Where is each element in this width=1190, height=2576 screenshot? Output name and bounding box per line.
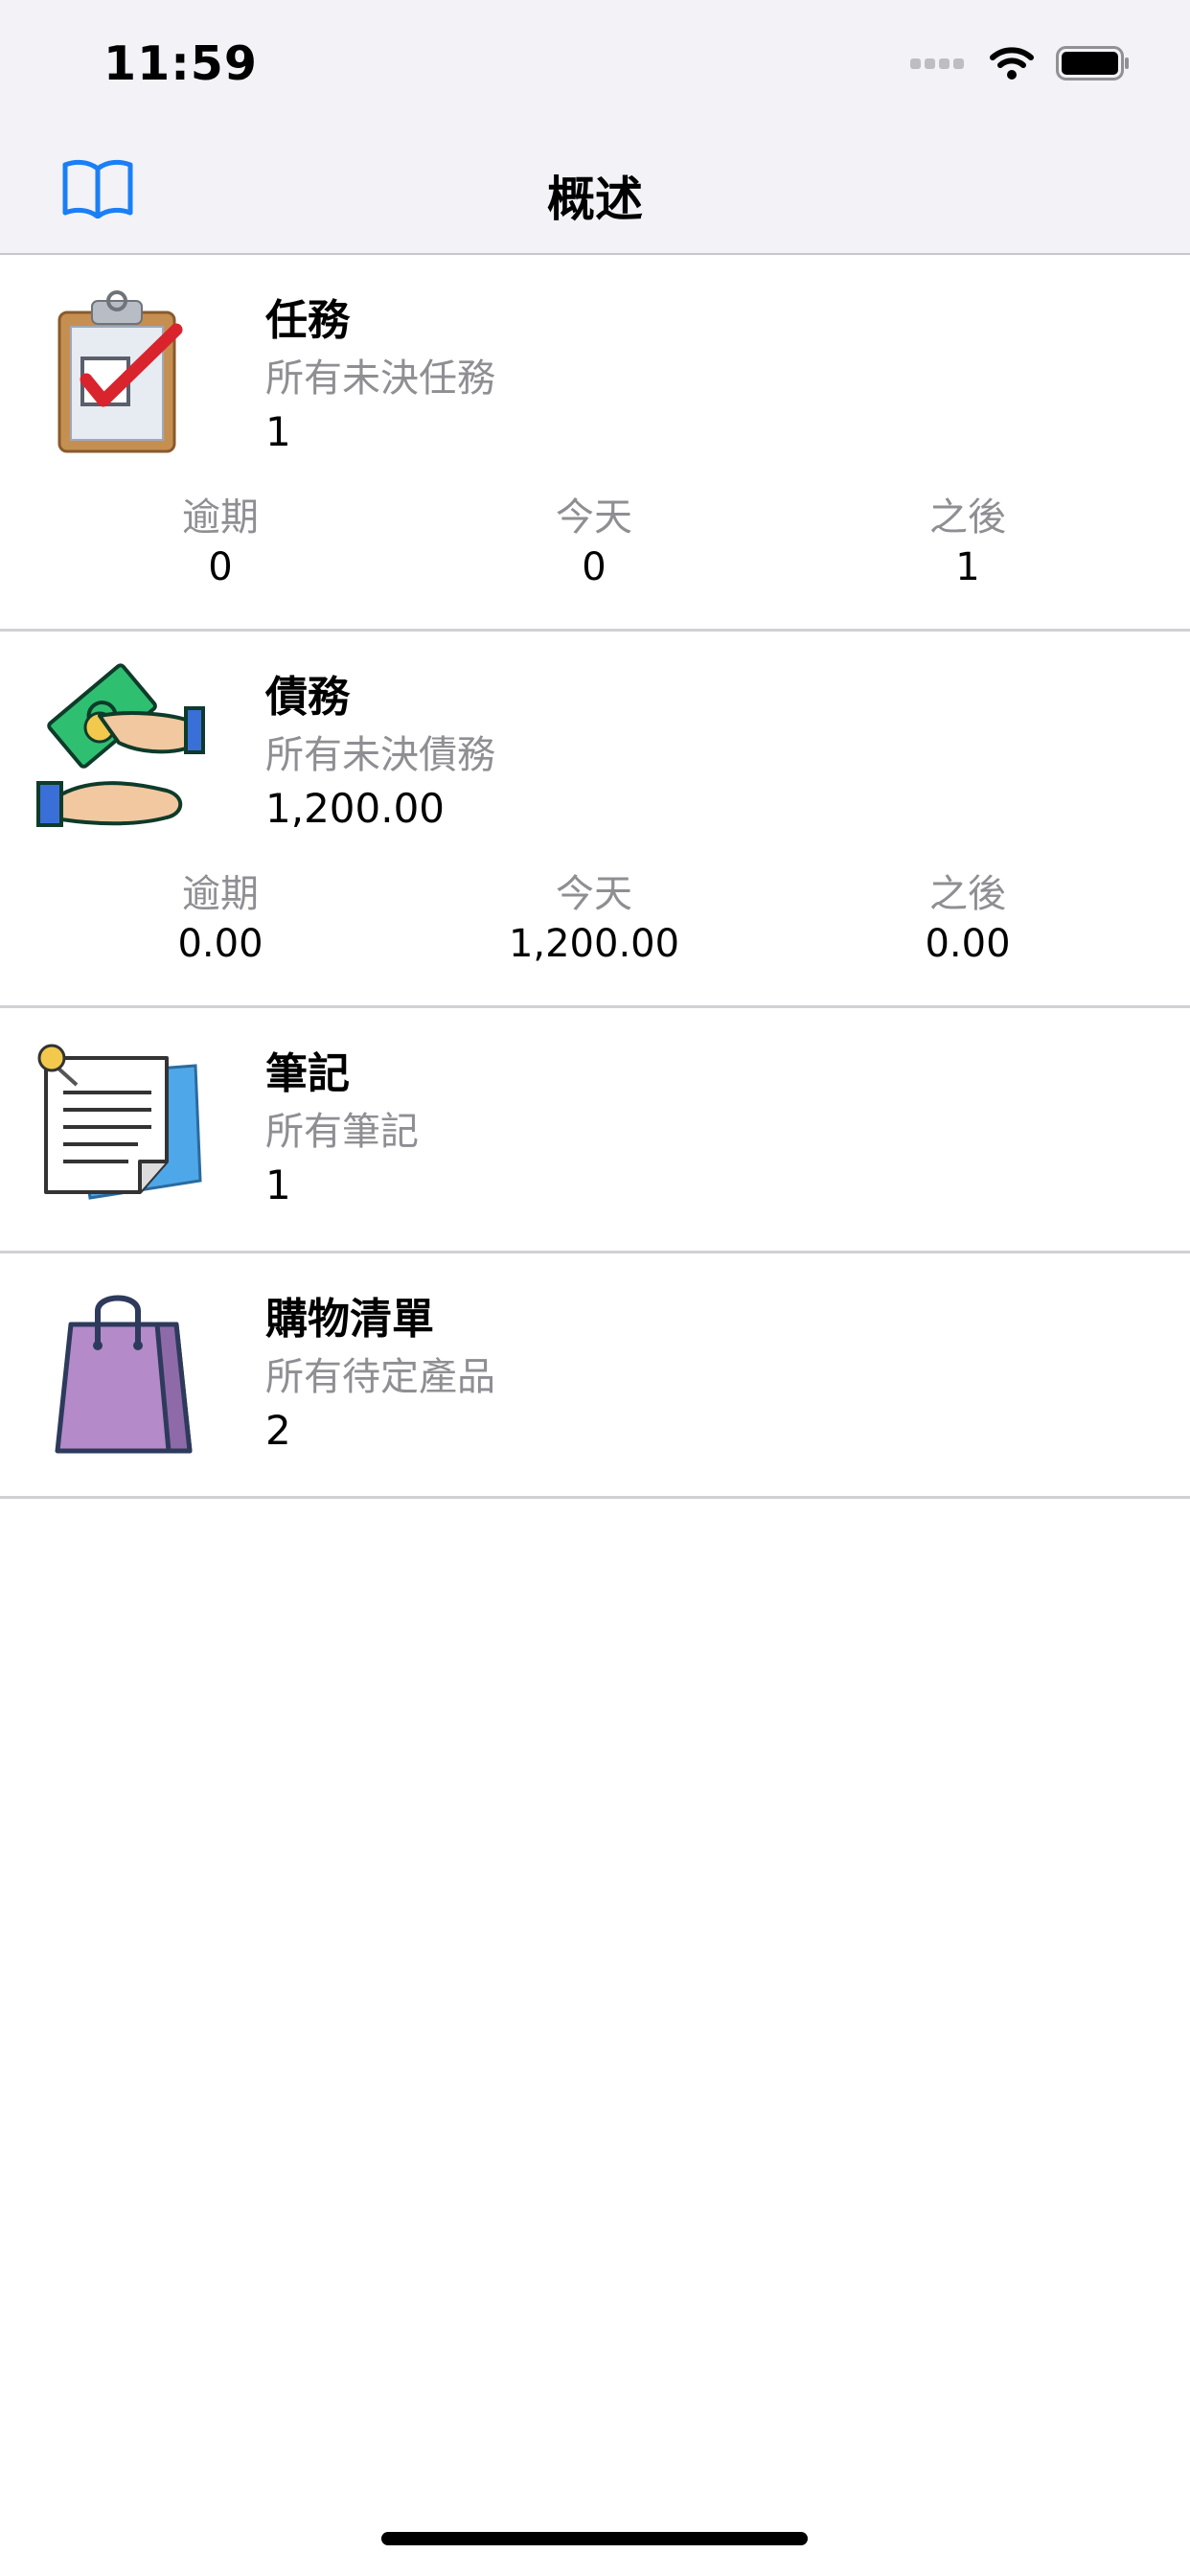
stat-value: 1,200.00 (508, 922, 680, 966)
stat-label: 之後 (929, 495, 1006, 540)
clipboard-check-icon (57, 290, 183, 453)
home-indicator[interactable] (381, 2532, 808, 2545)
battery-icon (1056, 46, 1129, 80)
notes-count: 1 (265, 1162, 291, 1208)
tasks-overdue-stat: 逾期 0 (77, 493, 364, 592)
note-pin-icon (37, 1044, 202, 1200)
shopping-list-row[interactable]: 購物清單 所有待定產品 2 (0, 1254, 1190, 1499)
stat-label: 逾期 (182, 495, 259, 540)
tasks-title: 任務 (265, 296, 350, 345)
cellular-signal-icon (910, 58, 964, 69)
debts-row[interactable]: 債務 所有未決債務 1,200.00 逾期 0.00 今天 1,200.00 之… (0, 632, 1190, 1008)
shopping-bag-icon (55, 1295, 193, 1454)
overview-list: 任務 所有未決任務 1 逾期 0 今天 0 之後 1 債務 所有未決債務 1,2… (0, 255, 1190, 1499)
stat-label: 逾期 (182, 872, 259, 916)
stat-label: 之後 (929, 872, 1006, 916)
status-time: 11:59 (103, 36, 258, 91)
tasks-count: 1 (265, 408, 291, 455)
page-title: 概述 (547, 172, 643, 227)
stat-value: 1 (955, 545, 980, 589)
debts-today-stat: 今天 1,200.00 (450, 869, 738, 969)
stat-value: 0.00 (177, 922, 263, 966)
tasks-subtitle: 所有未決任務 (265, 356, 495, 401)
top-bar: 11:59 概述 (0, 0, 1190, 255)
notes-subtitle: 所有筆記 (265, 1110, 419, 1154)
wifi-icon (990, 47, 1034, 80)
debts-title: 債務 (265, 673, 350, 722)
stat-label: 今天 (556, 872, 632, 916)
notes-title: 筆記 (265, 1049, 350, 1098)
debts-later-stat: 之後 0.00 (824, 869, 1111, 969)
stat-value: 0 (208, 545, 233, 589)
notes-row[interactable]: 筆記 所有筆記 1 (0, 1008, 1190, 1254)
tasks-later-stat: 之後 1 (824, 493, 1111, 592)
tasks-today-stat: 今天 0 (450, 493, 738, 592)
shopping-list-subtitle: 所有待定產品 (265, 1355, 495, 1399)
stat-value: 0.00 (925, 922, 1011, 966)
tasks-row[interactable]: 任務 所有未決任務 1 逾期 0 今天 0 之後 1 (0, 255, 1190, 632)
debts-subtitle: 所有未決債務 (265, 733, 495, 777)
shopping-list-title: 購物清單 (265, 1295, 434, 1344)
debts-overdue-stat: 逾期 0.00 (77, 869, 364, 969)
money-hands-icon (36, 663, 205, 827)
stat-label: 今天 (556, 495, 632, 540)
status-indicators (910, 42, 1131, 84)
shopping-list-count: 2 (265, 1407, 291, 1454)
stat-value: 0 (582, 545, 606, 589)
debts-amount: 1,200.00 (265, 785, 446, 832)
